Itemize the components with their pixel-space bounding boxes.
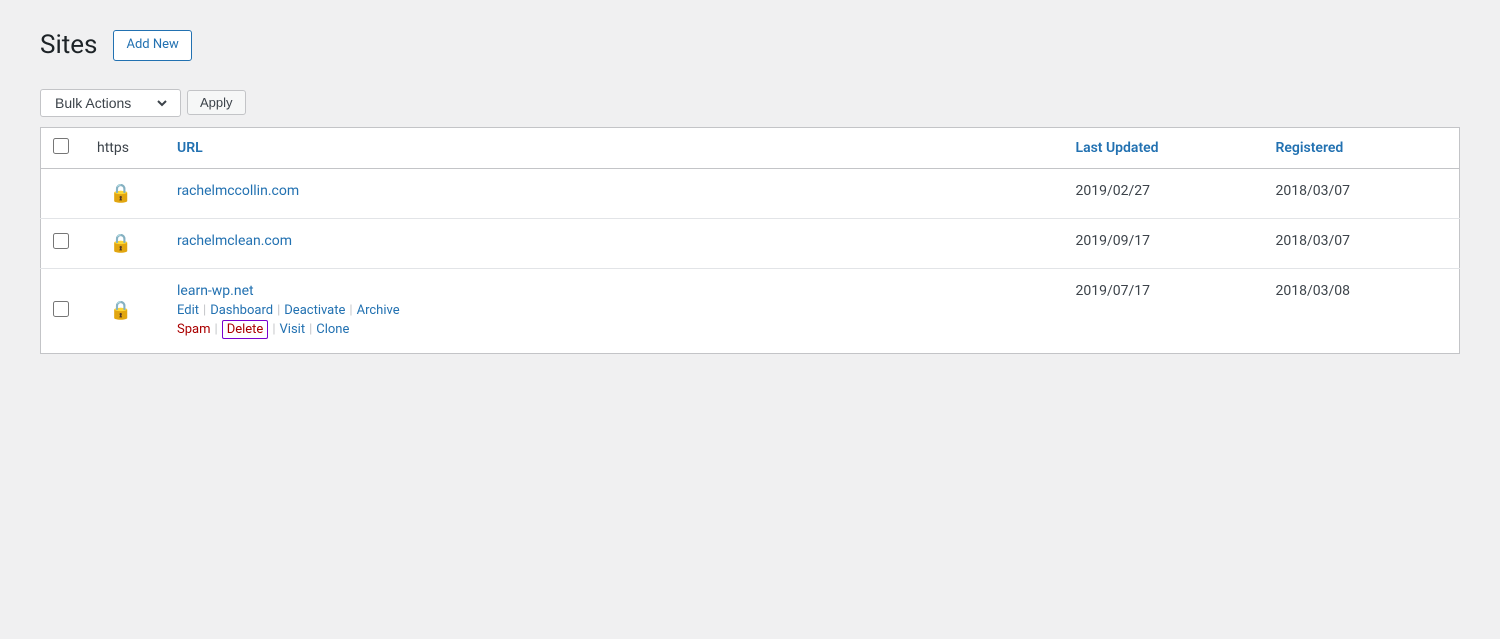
bulk-actions-select[interactable]: Bulk Actions Delete Selected xyxy=(40,89,181,117)
row-registered: 2018/03/07 xyxy=(1260,168,1460,218)
row-checkbox[interactable] xyxy=(53,233,69,249)
action-separator: | xyxy=(277,303,280,318)
action-separator: | xyxy=(215,322,218,337)
action-archive[interactable]: Archive xyxy=(357,303,400,318)
header-url[interactable]: URL xyxy=(161,127,1060,168)
row-checkbox-cell xyxy=(41,218,82,268)
select-all-checkbox[interactable] xyxy=(53,138,69,154)
lock-icon: 🔒 xyxy=(110,300,132,321)
table-row: 🔒 rachelmccollin.com 2019/02/272018/03/07 xyxy=(41,168,1460,218)
row-https-cell: 🔒 xyxy=(81,218,161,268)
action-separator: | xyxy=(349,303,352,318)
row-last-updated: 2019/02/27 xyxy=(1060,168,1260,218)
row-https-cell: 🔒 xyxy=(81,268,161,353)
action-separator: | xyxy=(309,322,312,337)
table-row: 🔒 rachelmclean.com 2019/09/172018/03/07 xyxy=(41,218,1460,268)
lock-icon: 🔒 xyxy=(110,183,132,204)
table-row: 🔒 learn-wp.net Edit | Dashboard | Deactiva… xyxy=(41,268,1460,353)
header-https: https xyxy=(81,127,161,168)
action-delete[interactable]: Delete xyxy=(222,320,269,339)
row-checkbox-cell xyxy=(41,168,82,218)
bulk-actions-bar: Bulk Actions Delete Selected Apply xyxy=(40,89,1460,117)
row-last-updated: 2019/07/17 xyxy=(1060,268,1260,353)
sites-table: https URL Last Updated Registered 🔒 rache… xyxy=(40,127,1460,354)
action-spam[interactable]: Spam xyxy=(177,322,211,337)
action-dashboard[interactable]: Dashboard xyxy=(210,303,273,318)
lock-icon: 🔒 xyxy=(110,233,132,254)
row-url-cell: rachelmclean.com xyxy=(161,218,1060,268)
page-header: Sites Add New xyxy=(40,30,1460,61)
action-deactivate[interactable]: Deactivate xyxy=(284,303,345,318)
action-visit[interactable]: Visit xyxy=(280,322,306,337)
row-url-cell: learn-wp.net Edit | Dashboard | Deactivat… xyxy=(161,268,1060,353)
site-url-link[interactable]: learn-wp.net xyxy=(177,283,254,299)
site-url-link[interactable]: rachelmccollin.com xyxy=(177,183,299,199)
bulk-actions-dropdown[interactable]: Bulk Actions Delete Selected xyxy=(51,94,170,112)
action-separator: | xyxy=(203,303,206,318)
row-registered: 2018/03/08 xyxy=(1260,268,1460,353)
action-separator: | xyxy=(272,322,275,337)
site-url-link[interactable]: rachelmclean.com xyxy=(177,233,292,249)
site-actions: Edit | Dashboard | Deactivate | Archive S… xyxy=(177,303,1044,339)
row-url-cell: rachelmccollin.com xyxy=(161,168,1060,218)
action-clone[interactable]: Clone xyxy=(316,322,349,337)
add-new-button[interactable]: Add New xyxy=(113,30,191,61)
apply-button[interactable]: Apply xyxy=(187,90,246,115)
row-last-updated: 2019/09/17 xyxy=(1060,218,1260,268)
header-registered[interactable]: Registered xyxy=(1260,127,1460,168)
row-registered: 2018/03/07 xyxy=(1260,218,1460,268)
table-header-row: https URL Last Updated Registered xyxy=(41,127,1460,168)
action-edit[interactable]: Edit xyxy=(177,303,199,318)
row-https-cell: 🔒 xyxy=(81,168,161,218)
row-checkbox[interactable] xyxy=(53,301,69,317)
header-checkbox-cell xyxy=(41,127,82,168)
row-checkbox-cell xyxy=(41,268,82,353)
header-last-updated[interactable]: Last Updated xyxy=(1060,127,1260,168)
page-title: Sites xyxy=(40,30,97,60)
